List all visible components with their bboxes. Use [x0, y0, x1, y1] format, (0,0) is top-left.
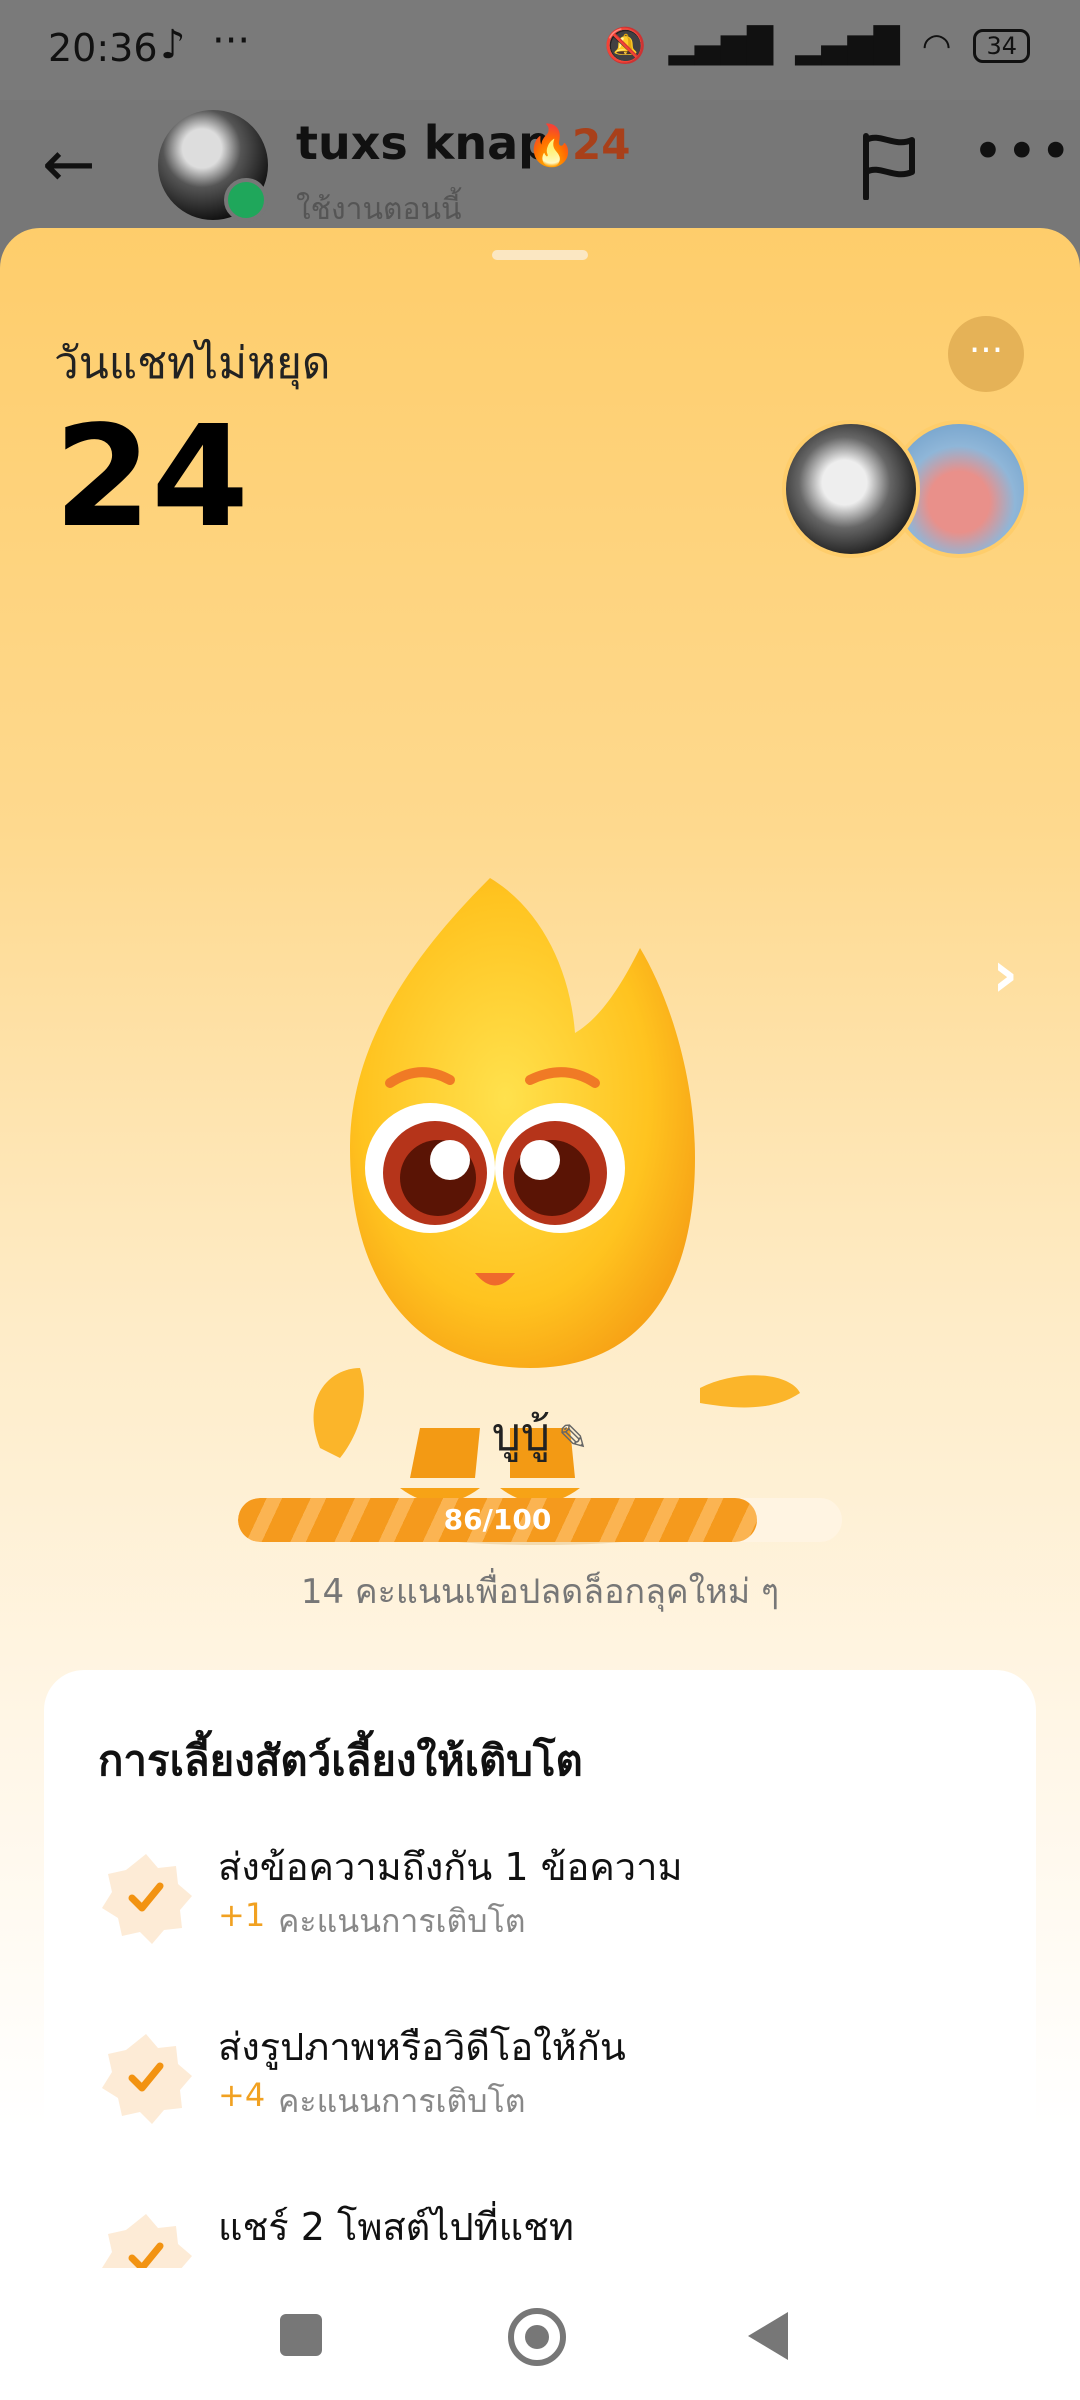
signal-icon-2: ▂▄▆█	[795, 26, 900, 66]
streak-count[interactable]: 24	[572, 120, 630, 169]
task-points: +1	[218, 1896, 266, 1934]
back-triangle-icon[interactable]	[748, 2312, 788, 2360]
growth-card-title: การเลี้ยงสัตว์เลี้ยงให้เติบโต	[98, 1736, 583, 1785]
streak-count-large: 24	[54, 396, 249, 559]
sheet-more-button[interactable]: ···	[948, 316, 1024, 392]
streak-sheet: วันแชทไม่หยุด 24 ··· › บูบู้ ✎ 86/100 14…	[0, 228, 1080, 2268]
streak-title: วันแชทไม่หยุด	[54, 338, 331, 389]
edit-pencil-icon[interactable]: ✎	[558, 1418, 588, 1459]
growth-card: การเลี้ยงสัตว์เลี้ยงให้เติบโต ส่งข้อความ…	[44, 1670, 1036, 2268]
user-avatar	[782, 420, 920, 558]
unlock-hint: 14 คะแนนเพื่อปลดล็อกลุคใหม่ ๆ	[300, 1572, 780, 1612]
pet-name-row: บูบู้ ✎	[0, 1398, 1080, 1471]
system-nav-bar	[0, 2268, 1080, 2400]
mute-icon: 🔕	[604, 26, 647, 66]
fire-icon: 🔥	[526, 123, 576, 169]
tiktok-icon: ♪	[160, 22, 186, 68]
flag-icon[interactable]	[860, 132, 918, 200]
task-item: ส่งรูปภาพหรือวิดีโอให้กัน +4 คะแนนการเติ…	[98, 2010, 998, 2150]
pet-progress-bar: 86/100	[238, 1498, 842, 1542]
check-badge-icon	[102, 1854, 192, 1944]
pet-progress-text: 86/100	[443, 1503, 552, 1536]
status-icons: 🔕 ▂▄▆█ ▂▄▆█ ◠ 34	[604, 26, 1030, 66]
user-status: ใช้งานตอนนี้	[296, 192, 462, 227]
task-points-label: คะแนนการเติบโต	[278, 1902, 526, 1940]
task-item: แชร์ 2 โพสต์ไปที่แชท	[98, 2190, 998, 2268]
task-label: ส่งข้อความถึงกัน 1 ข้อความ	[218, 1845, 683, 1889]
chevron-right-icon[interactable]: ›	[992, 938, 1018, 1012]
chat-header: ← tuxs knap 🔥 24 ใช้งานตอนนี้ •••	[0, 100, 1080, 240]
drag-handle[interactable]	[492, 250, 588, 260]
recents-button[interactable]	[280, 2314, 322, 2356]
username[interactable]: tuxs knap	[296, 116, 551, 170]
status-time: 20:36	[48, 26, 158, 70]
more-options-icon[interactable]: •••	[972, 120, 1074, 183]
back-arrow-icon[interactable]: ←	[42, 128, 96, 202]
battery-icon: 34	[973, 29, 1030, 63]
task-label: ส่งรูปภาพหรือวิดีโอให้กัน	[218, 2025, 626, 2069]
pet-name: บูบู้	[491, 1407, 551, 1461]
signal-icon: ▂▄▆█	[668, 26, 774, 66]
online-indicator	[224, 178, 268, 222]
task-points-label: คะแนนการเติบโต	[278, 2082, 526, 2120]
check-badge-icon	[102, 2214, 192, 2268]
task-points: +4	[218, 2076, 266, 2114]
task-label: แชร์ 2 โพสต์ไปที่แชท	[218, 2205, 574, 2249]
status-more-icon: ···	[212, 18, 251, 64]
wifi-icon: ◠	[921, 26, 952, 66]
task-item: ส่งข้อความถึงกัน 1 ข้อความ +1 คะแนนการเต…	[98, 1830, 998, 1970]
home-button[interactable]	[508, 2308, 566, 2366]
check-badge-icon	[102, 2034, 192, 2124]
status-bar: 20:36 ♪ ··· 🔕 ▂▄▆█ ▂▄▆█ ◠ 34	[0, 0, 1080, 100]
